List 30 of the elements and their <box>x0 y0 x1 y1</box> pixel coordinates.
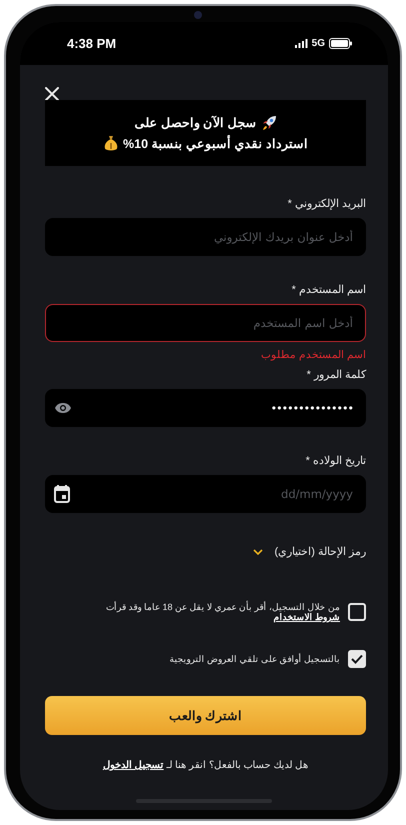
field-label: اسم المستخدم * <box>290 283 366 296</box>
banner-text: استرداد نقدي أسبوعي بنسبة 10% <box>123 136 308 150</box>
input-field[interactable]: dd/mm/yyyy <box>45 475 366 513</box>
field-label: تاريخ الولاده * <box>304 454 366 467</box>
camera-icon <box>194 11 202 19</box>
referral-toggle[interactable]: رمز الإحالة (اختياري) <box>274 545 366 558</box>
clock-time: 4:38 PM <box>67 36 116 51</box>
field-label: كلمة المرور * <box>306 368 366 381</box>
battery-icon <box>329 38 352 49</box>
eye-icon[interactable] <box>54 402 72 414</box>
checkbox[interactable] <box>348 650 366 668</box>
signal-icon <box>294 39 308 48</box>
terms-link[interactable]: شروط الاستخدام <box>273 612 340 622</box>
footer-text: هل لديك حساب بالفعل؟ انقر هنا لـ <box>166 760 308 771</box>
field-label: البريد الإلكتروني * <box>286 197 366 210</box>
checkbox-label: من خلال التسجيل، أقر بأن عمري لا يقل عن 18 عاما وقد قرأت <box>106 602 340 612</box>
checkbox-label: بالتسجيل أوافق على تلقي العروض الترويجية <box>169 654 340 664</box>
input-field[interactable]: ••••••••••••••• <box>45 389 366 427</box>
close-icon[interactable] <box>45 87 59 101</box>
check-icon <box>351 654 363 664</box>
checkbox[interactable] <box>348 603 366 621</box>
calendar-icon[interactable] <box>54 485 70 503</box>
chevron-icon[interactable] <box>252 548 263 554</box>
login-link[interactable]: تسجيل الدخول <box>102 760 164 771</box>
signup-button[interactable]: اشترك والعب <box>45 696 366 735</box>
error-message: اسم المستخدم مطلوب <box>260 348 366 361</box>
rocket-icon <box>260 114 277 130</box>
network-label: 5G <box>312 38 325 49</box>
banner-text: سجل الآن واحصل على <box>134 115 257 130</box>
money-bag-icon <box>103 134 120 152</box>
